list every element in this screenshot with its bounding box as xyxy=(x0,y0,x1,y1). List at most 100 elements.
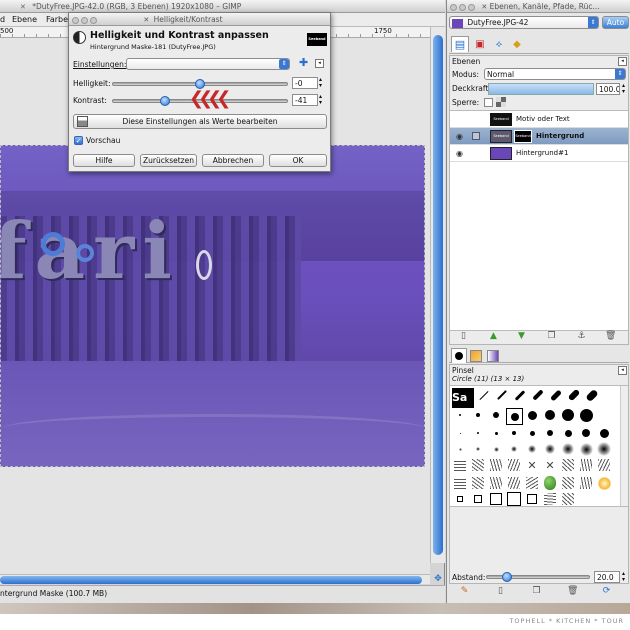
brush-item[interactable] xyxy=(494,388,510,402)
brush-item[interactable] xyxy=(470,476,486,490)
refresh-brushes-icon[interactable]: ⟳ xyxy=(601,586,612,597)
delete-layer-icon[interactable]: 🗑 xyxy=(605,331,616,342)
brush-item[interactable] xyxy=(476,388,492,402)
paths-tab-icon[interactable]: ⟡ xyxy=(491,38,507,52)
menu-item-color[interactable]: Farbe xyxy=(46,13,68,27)
layer-row-motiv[interactable]: Seeband Motiv oder Text xyxy=(450,111,628,128)
brush-item[interactable] xyxy=(542,408,558,422)
brush-item[interactable] xyxy=(560,408,576,422)
opacity-input[interactable]: 100.0 xyxy=(596,83,620,95)
brush-item[interactable] xyxy=(506,408,523,425)
lock-alpha-icon[interactable] xyxy=(496,97,506,107)
brush-item[interactable]: ✕ xyxy=(542,458,558,472)
brush-item[interactable] xyxy=(506,442,522,456)
spacing-slider-thumb[interactable] xyxy=(502,572,513,582)
image-canvas[interactable]: fari xyxy=(0,145,425,467)
brush-item[interactable] xyxy=(596,458,612,472)
brush-item[interactable] xyxy=(542,476,558,490)
new-layer-icon[interactable]: ▯ xyxy=(458,331,469,342)
brush-item[interactable] xyxy=(470,408,486,422)
duplicate-brush-icon[interactable]: ❐ xyxy=(531,586,542,597)
contrast-slider-thumb[interactable] xyxy=(160,96,171,106)
cancel-button[interactable]: Abbrechen xyxy=(202,154,264,167)
patterns-tab-icon[interactable] xyxy=(470,350,482,362)
brush-item[interactable] xyxy=(470,492,486,506)
image-select[interactable]: DutyFree.JPG-42 ⇕ xyxy=(449,16,599,29)
close-button[interactable] xyxy=(72,16,79,24)
brush-item[interactable] xyxy=(560,476,576,490)
vertical-scrollbar[interactable] xyxy=(430,27,445,563)
edit-as-levels-button[interactable]: Diese Einstellungen als Werte bearbeiten xyxy=(73,114,327,129)
brush-item[interactable] xyxy=(578,408,594,422)
brush-item[interactable] xyxy=(524,476,540,490)
dock-minimize-button[interactable] xyxy=(459,3,466,11)
brush-item[interactable] xyxy=(524,492,540,506)
menu-item-layer[interactable]: Ebene xyxy=(12,13,37,27)
scroll-thumb-h[interactable] xyxy=(0,576,422,584)
brush-item[interactable]: ✕ xyxy=(524,458,540,472)
eye-icon[interactable]: ◉ xyxy=(456,145,463,162)
duplicate-layer-icon[interactable]: ❐ xyxy=(546,331,557,342)
undo-history-tab-icon[interactable]: ◆ xyxy=(509,38,525,52)
anchor-layer-icon[interactable]: ⚓ xyxy=(576,331,587,342)
edit-brush-icon[interactable]: ✎ xyxy=(459,586,470,597)
brightness-spin-icon[interactable]: ▴ ▾ xyxy=(319,77,322,89)
panel-menu-icon[interactable]: ◂ xyxy=(618,57,627,66)
horizontal-scrollbar[interactable] xyxy=(0,574,430,584)
settings-select[interactable]: ⇕ xyxy=(126,58,290,70)
eye-icon[interactable]: ◉ xyxy=(456,128,463,145)
brush-item[interactable] xyxy=(488,426,504,440)
brush-item[interactable] xyxy=(470,426,486,440)
brightness-value-input[interactable]: -0 xyxy=(292,77,318,89)
preset-menu-icon[interactable]: ◂ xyxy=(315,59,324,68)
brush-item[interactable] xyxy=(506,476,522,490)
brush-item[interactable] xyxy=(452,476,468,490)
add-preset-icon[interactable]: ✚ xyxy=(299,57,308,69)
scroll-thumb-v[interactable] xyxy=(433,35,443,555)
brush-item[interactable] xyxy=(470,442,486,456)
brush-item[interactable] xyxy=(542,442,558,456)
brush-item[interactable] xyxy=(596,442,612,456)
brush-item[interactable] xyxy=(548,388,564,402)
brush-item[interactable] xyxy=(452,458,468,472)
panel-menu-icon[interactable]: ◂ xyxy=(618,366,627,375)
menu-item-d[interactable]: d xyxy=(0,13,5,27)
brush-item[interactable] xyxy=(560,426,576,440)
brush-item[interactable] xyxy=(524,442,540,456)
new-brush-icon[interactable]: ▯ xyxy=(495,586,506,597)
brush-item[interactable] xyxy=(596,426,612,440)
minimize-button[interactable] xyxy=(81,16,88,24)
dock-close-button[interactable] xyxy=(450,3,457,11)
layers-tab-icon[interactable]: ▤ xyxy=(451,36,469,52)
dialog-titlebar[interactable]: ✕ Helligkeit/Kontrast xyxy=(69,13,330,26)
delete-brush-icon[interactable]: 🗑 xyxy=(567,586,578,597)
brush-item[interactable] xyxy=(560,458,576,472)
help-button[interactable]: Hilfe xyxy=(73,154,135,167)
brush-item[interactable] xyxy=(452,426,468,440)
brush-item[interactable] xyxy=(560,492,576,506)
chain-icon[interactable] xyxy=(472,132,480,140)
lower-layer-icon[interactable]: ▼ xyxy=(516,331,527,342)
layer-row-hintergrund-1[interactable]: ◉ Hintergrund#1 xyxy=(450,145,628,162)
brush-item[interactable] xyxy=(488,408,504,422)
brush-item[interactable] xyxy=(506,426,522,440)
brush-scrollbar[interactable] xyxy=(620,386,628,506)
brush-item[interactable] xyxy=(584,388,600,402)
mode-select[interactable]: Normal ⇕ xyxy=(484,68,626,80)
brush-item[interactable] xyxy=(578,476,594,490)
brush-item[interactable] xyxy=(512,388,528,402)
navigate-icon[interactable]: ✥ xyxy=(432,574,444,584)
brush-item[interactable] xyxy=(566,388,582,402)
brush-item[interactable] xyxy=(488,492,504,506)
opacity-spin-icon[interactable]: ▴ ▾ xyxy=(622,83,625,95)
brush-big-thumb[interactable]: Sa xyxy=(452,388,474,408)
brush-item[interactable] xyxy=(524,408,540,422)
lock-pixels-checkbox[interactable] xyxy=(484,98,493,107)
channels-tab-icon[interactable]: ▣ xyxy=(472,38,488,52)
brush-item[interactable] xyxy=(542,492,558,506)
brush-item[interactable] xyxy=(488,442,504,456)
opacity-slider[interactable] xyxy=(488,83,594,95)
brightness-slider[interactable] xyxy=(112,79,288,89)
brush-item[interactable] xyxy=(578,458,594,472)
brushes-tab-icon[interactable] xyxy=(451,348,467,363)
